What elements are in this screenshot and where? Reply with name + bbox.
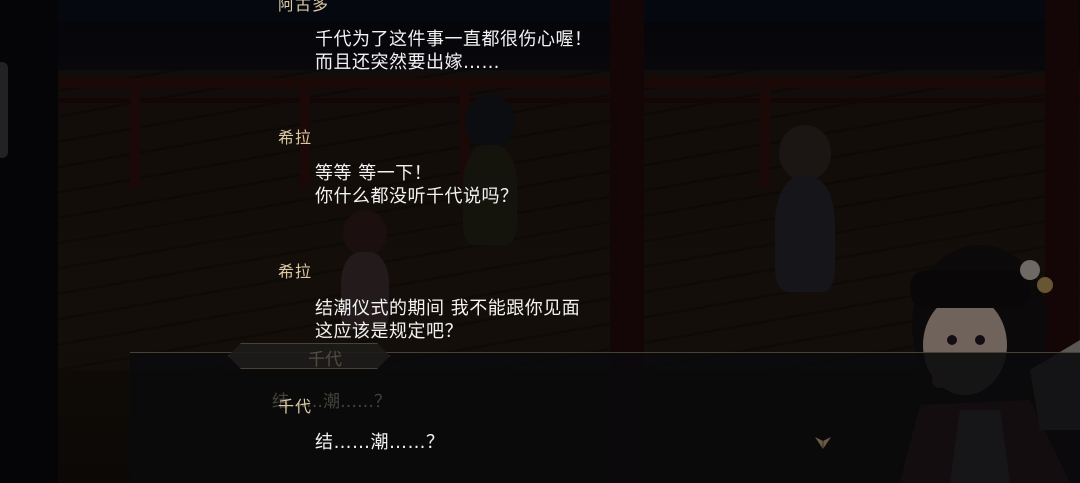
log-dialogue-line: 结潮仪式的期间 我不能跟你见面 — [315, 298, 581, 319]
log-dialogue-line: 这应该是规定吧？ — [315, 321, 463, 342]
log-dialogue-line: 结……潮……？ — [315, 432, 445, 453]
dialogue-log[interactable]: 阿古多 千代为了这件事一直都很伤心喔！ 而且还突然要出嫁…… 希拉 等等 等一下… — [0, 0, 1080, 483]
log-speaker-name: 千代 — [278, 397, 313, 416]
log-speaker-name: 阿古多 — [278, 0, 330, 14]
log-speaker-name: 希拉 — [278, 262, 313, 281]
log-dialogue-line: 等等 等一下！ — [315, 163, 433, 184]
log-dialogue-line: 千代为了这件事一直都很伤心喔！ — [315, 29, 593, 50]
log-speaker-name: 希拉 — [278, 128, 313, 147]
log-dialogue-line: 而且还突然要出嫁…… — [315, 52, 500, 73]
log-dialogue-line: 你什么都没听千代说吗？ — [315, 186, 519, 207]
chevron-down-icon[interactable] — [812, 432, 834, 454]
